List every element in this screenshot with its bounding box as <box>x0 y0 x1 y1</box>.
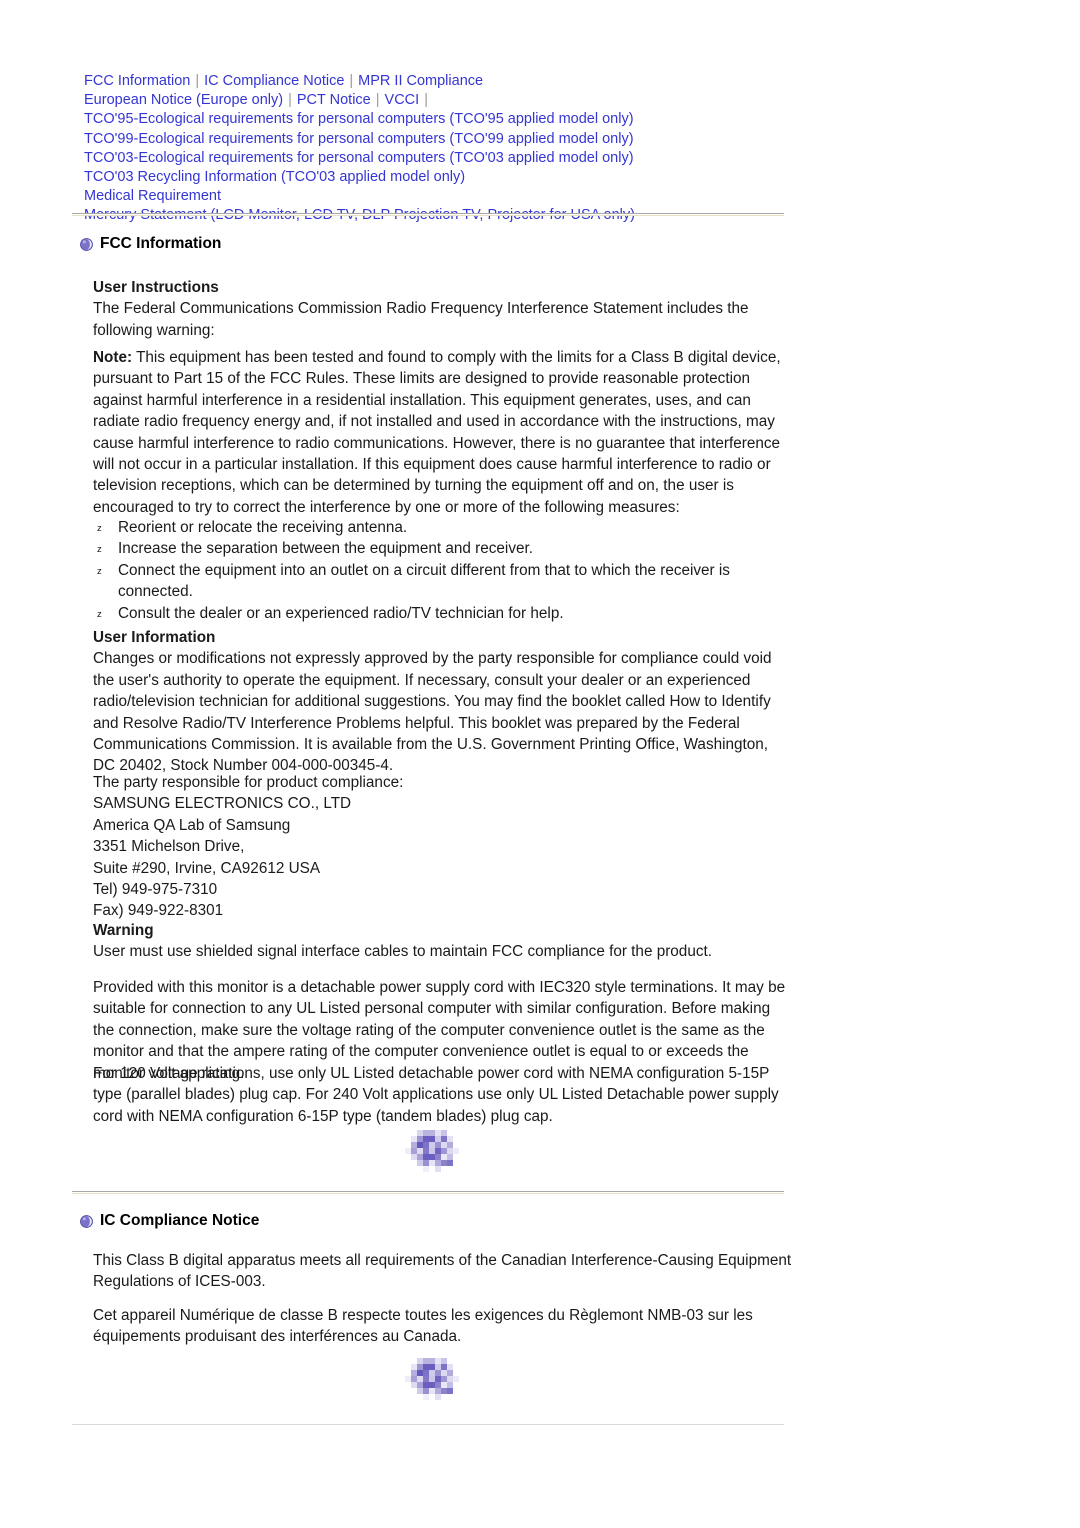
list-item: z Reorient or relocate the receiving ant… <box>93 517 793 538</box>
list-item: z Increase the separation between the eq… <box>93 538 793 559</box>
nav-row-6: TCO'03 Recycling Information (TCO'03 app… <box>84 168 804 187</box>
nav-separator: | <box>349 73 354 89</box>
user-information-block: User Information Changes or modification… <box>93 627 793 777</box>
responsible-party-line: America QA Lab of Samsung <box>93 816 291 834</box>
warning-block: Warning User must use shielded signal in… <box>93 920 793 963</box>
section-divider-bottom <box>72 1424 784 1425</box>
section-heading-label: FCC Information <box>100 235 222 252</box>
responsible-party-line: 3351 Michelson Drive, <box>93 838 245 856</box>
note-body: This equipment has been tested and found… <box>93 349 781 516</box>
nav-link-mpr-ii-compliance[interactable]: MPR II Compliance <box>358 73 483 89</box>
responsible-party-block: The party responsible for product compli… <box>93 772 713 922</box>
nav-row-1: FCC Information | IC Compliance Notice | MPR… <box>84 72 804 91</box>
list-bullet-icon: z <box>97 565 102 577</box>
fcc-note-block: Note: This equipment has been tested and… <box>93 347 793 518</box>
responsible-party-line: The party responsible for product compli… <box>93 774 404 791</box>
nav-link-pct-notice[interactable]: PCT Notice <box>297 92 371 108</box>
user-instructions-heading: User Instructions <box>93 279 219 296</box>
nav-link-ic-compliance-notice[interactable]: IC Compliance Notice <box>204 73 344 89</box>
nav-separator: | <box>288 92 292 109</box>
nema-paragraph: For 120 Volt applications, use only UL L… <box>93 1065 779 1125</box>
fcc-measures-list: z Reorient or relocate the receiving ant… <box>93 517 793 624</box>
nav-separator: | <box>424 92 428 109</box>
warning-body: User must use shielded signal interface … <box>93 943 712 961</box>
nav-row-2: European Notice (Europe only) | PCT Notice… <box>84 91 804 110</box>
nav-row-5: TCO'03-Ecological requirements for perso… <box>84 149 804 168</box>
divider-shadow <box>72 215 784 216</box>
section-divider-top <box>72 213 784 216</box>
responsible-party-line: Suite #290, Irvine, CA92612 USA <box>93 859 321 877</box>
list-bullet-icon: z <box>97 544 102 556</box>
ic-paragraph-french: Cet appareil Numérique de classe B respe… <box>93 1307 753 1346</box>
list-item: z Consult the dealer or an experienced r… <box>93 603 793 624</box>
user-instructions-body: The Federal Communications Commission Ra… <box>93 300 749 339</box>
back-to-top-graphic[interactable] <box>405 1130 477 1172</box>
nav-link-tco03-recycling[interactable]: TCO'03 Recycling Information (TCO'03 app… <box>84 169 465 185</box>
nav-separator: | <box>375 92 380 109</box>
nav-separator: | <box>195 73 200 89</box>
responsible-party-line: Tel) 949-975-7310 <box>93 881 218 899</box>
nav-link-medical-requirement[interactable]: Medical Requirement <box>84 188 221 204</box>
list-item-label: Increase the separation between the equi… <box>118 540 533 558</box>
nav-link-tco99[interactable]: TCO'99-Ecological requirements for perso… <box>84 131 634 147</box>
nav-link-tco03[interactable]: TCO'03-Ecological requirements for perso… <box>84 150 634 166</box>
nav-link-tco95[interactable]: TCO'95-Ecological requirements for perso… <box>84 111 634 127</box>
back-to-top-graphic[interactable] <box>405 1358 477 1400</box>
list-bullet-icon: z <box>97 608 102 620</box>
warning-heading: Warning <box>93 922 154 939</box>
list-item-label: Reorient or relocate the receiving anten… <box>118 519 408 536</box>
section-bullet-icon <box>80 237 93 251</box>
section-bullet-icon <box>80 1214 93 1228</box>
list-item: z Connect the equipment into an outlet o… <box>93 560 793 603</box>
responsible-party-line: Fax) 949-922-8301 <box>93 902 224 920</box>
user-information-heading: User Information <box>93 629 216 646</box>
nav-row-3: TCO'95-Ecological requirements for perso… <box>84 110 804 129</box>
user-information-body: Changes or modifications not expressly a… <box>93 650 772 775</box>
section-heading-ic-compliance-notice: IC Compliance Notice <box>80 1212 259 1230</box>
user-instructions-block: User Instructions The Federal Communicat… <box>93 277 793 341</box>
nav-row-7: Medical Requirement <box>84 187 804 206</box>
nav-link-european-notice[interactable]: European Notice (Europe only) <box>84 92 283 108</box>
note-label: Note: <box>93 349 133 366</box>
nav-row-4: TCO'99-Ecological requirements for perso… <box>84 130 804 149</box>
list-item-label: Connect the equipment into an outlet on … <box>118 561 730 601</box>
nav-link-vcci[interactable]: VCCI <box>385 92 420 108</box>
list-bullet-icon: z <box>97 523 102 534</box>
section-heading-fcc-information: FCC Information <box>80 235 221 253</box>
nav-link-fcc-information[interactable]: FCC Information <box>84 73 190 89</box>
divider-shadow <box>72 1193 784 1194</box>
responsible-party-line: SAMSUNG ELECTRONICS CO., LTD <box>93 795 352 813</box>
section-divider-middle <box>72 1191 784 1194</box>
document-page: FCC Information | IC Compliance Notice | MPR… <box>0 0 1080 1528</box>
compliance-nav-links: FCC Information | IC Compliance Notice | MPR… <box>84 72 804 226</box>
list-item-label: Consult the dealer or an experienced rad… <box>118 604 564 622</box>
ic-paragraph-english: This Class B digital apparatus meets all… <box>93 1252 792 1291</box>
section-heading-label: IC Compliance Notice <box>100 1212 260 1229</box>
